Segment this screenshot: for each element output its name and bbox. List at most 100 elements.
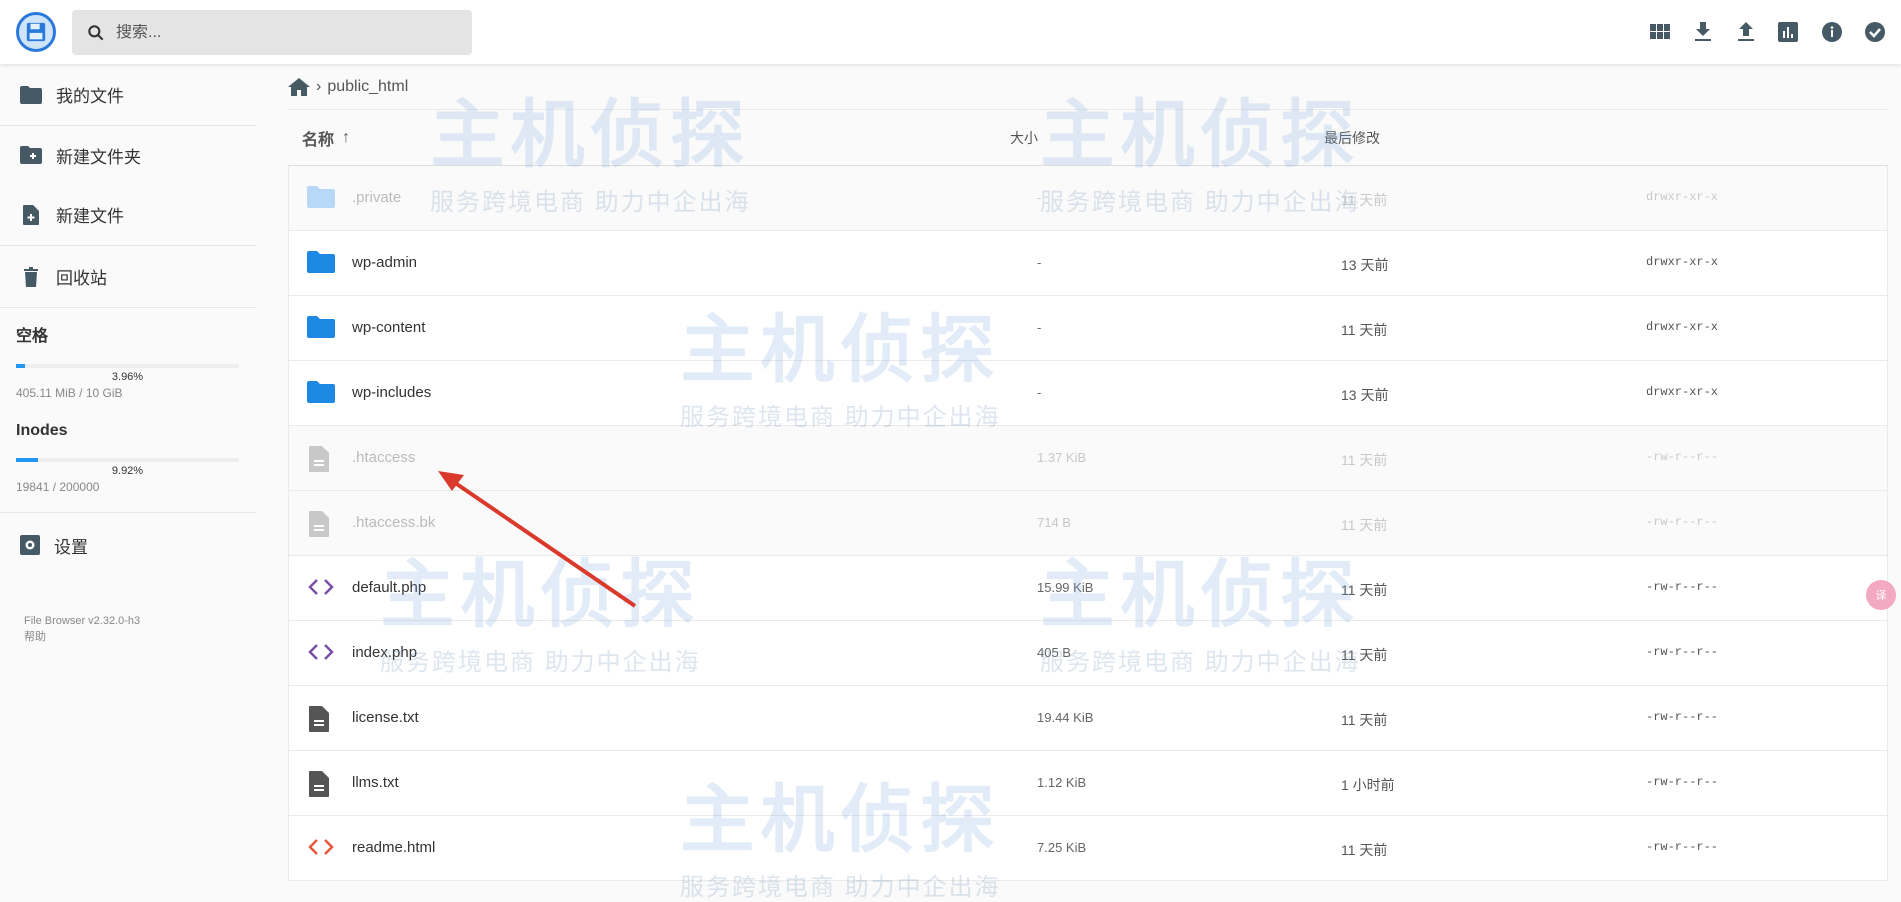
- file-row[interactable]: wp-content - 11 天前 drwxr-xr-x: [288, 296, 1888, 361]
- file-permissions: -rw-r--r--: [1646, 775, 1719, 789]
- file-size: 1.37 KiB: [1037, 450, 1087, 465]
- sidebar-item-label: 新建文件: [56, 207, 124, 226]
- translate-badge[interactable]: 译: [1866, 580, 1896, 610]
- bar-chart-icon: [1778, 22, 1798, 42]
- sidebar-item-new-file[interactable]: 新建文件: [0, 184, 256, 246]
- search-input[interactable]: [116, 23, 456, 42]
- inodes-progress-fill: [16, 458, 39, 462]
- inodes-usage: 19841 / 200000: [16, 480, 100, 494]
- file-listing: › public_html 名称 ↑ 大小 最后修改 .private - 11 …: [288, 64, 1888, 881]
- folder-plus-icon: [20, 146, 42, 164]
- file-row[interactable]: default.php 15.99 KiB 11 天前 -rw-r--r--: [288, 556, 1888, 621]
- top-bar: [0, 0, 1901, 64]
- file-name: .htaccess.bk: [352, 514, 436, 531]
- sidebar-item-trash[interactable]: 回收站: [0, 246, 256, 308]
- file-text-icon: [307, 445, 331, 477]
- file-size: -: [1037, 385, 1042, 400]
- file-permissions: drwxr-xr-x: [1646, 320, 1719, 334]
- file-modified: 11 天前: [1341, 322, 1388, 338]
- chevron-right-icon: ›: [316, 77, 322, 95]
- file-size: 19.44 KiB: [1037, 710, 1094, 725]
- upload-button[interactable]: [1734, 20, 1758, 44]
- file-text-icon: [307, 510, 331, 542]
- file-modified: 13 天前: [1341, 257, 1389, 273]
- home-icon[interactable]: [288, 77, 310, 96]
- sidebar-item-settings[interactable]: 设置: [0, 513, 256, 577]
- search-icon: [88, 24, 104, 40]
- file-name: readme.html: [352, 839, 436, 856]
- info-button[interactable]: [1820, 20, 1844, 44]
- file-size: -: [1037, 320, 1042, 335]
- file-row[interactable]: license.txt 19.44 KiB 11 天前 -rw-r--r--: [288, 686, 1888, 751]
- code-icon: [307, 575, 335, 603]
- file-modified: 11 天前: [1341, 842, 1388, 858]
- folder-icon: [307, 380, 335, 408]
- file-row[interactable]: .htaccess 1.37 KiB 11 天前 -rw-r--r--: [288, 426, 1888, 491]
- file-size: 714 B: [1037, 515, 1071, 530]
- file-name: wp-content: [352, 319, 426, 336]
- inodes-percent: 9.92%: [111, 465, 144, 477]
- folder-icon: [307, 250, 335, 278]
- version-text: File Browser v2.32.0-h3: [24, 615, 141, 627]
- sidebar-item-new-folder[interactable]: 新建文件夹: [0, 126, 256, 184]
- file-permissions: -rw-r--r--: [1646, 515, 1719, 529]
- settings-icon: [20, 535, 40, 555]
- file-modified: 11 天前: [1341, 647, 1388, 663]
- file-permissions: -rw-r--r--: [1646, 645, 1719, 659]
- file-size: 7.25 KiB: [1037, 840, 1087, 855]
- file-name: .htaccess: [352, 449, 416, 466]
- space-progress-bar: [16, 364, 239, 368]
- file-permissions: -rw-r--r--: [1646, 450, 1719, 464]
- file-list: .private - 11 天前 drwxr-xr-x wp-admin - 1…: [288, 166, 1888, 881]
- inodes-progress-bar: [16, 458, 239, 462]
- file-row[interactable]: wp-includes - 13 天前 drwxr-xr-x: [288, 361, 1888, 426]
- space-progress-fill: [16, 364, 25, 368]
- file-text-icon: [307, 770, 331, 802]
- sidebar-item-my-files[interactable]: 我的文件: [0, 64, 256, 126]
- file-modified: 11 天前: [1341, 517, 1388, 533]
- file-permissions: drwxr-xr-x: [1646, 255, 1719, 269]
- sidebar-item-label: 新建文件夹: [56, 147, 141, 167]
- file-name: wp-includes: [352, 384, 432, 401]
- usage-button[interactable]: [1776, 20, 1800, 44]
- file-row[interactable]: llms.txt 1.12 KiB 1 小时前 -rw-r--r--: [288, 751, 1888, 816]
- file-row[interactable]: .private - 11 天前 drwxr-xr-x: [288, 166, 1888, 231]
- file-row[interactable]: readme.html 7.25 KiB 11 天前 -rw-r--r--: [288, 816, 1888, 881]
- file-row[interactable]: .htaccess.bk 714 B 11 天前 -rw-r--r--: [288, 491, 1888, 556]
- breadcrumb: › public_html: [288, 64, 1888, 110]
- file-permissions: -rw-r--r--: [1646, 580, 1719, 594]
- file-modified: 11 天前: [1341, 712, 1388, 728]
- select-button[interactable]: [1863, 20, 1887, 44]
- file-modified: 13 天前: [1341, 387, 1389, 403]
- file-row[interactable]: wp-admin - 13 天前 drwxr-xr-x: [288, 231, 1888, 296]
- folder-icon: [307, 315, 335, 343]
- file-name: default.php: [352, 579, 427, 596]
- html-code-icon: [307, 835, 335, 863]
- folder-icon: [20, 85, 42, 104]
- sidebar-item-label: 回收站: [56, 269, 107, 288]
- space-title: 空格: [16, 328, 49, 345]
- file-plus-icon: [23, 204, 39, 225]
- file-permissions: drwxr-xr-x: [1646, 190, 1719, 204]
- sidebar-item-label: 设置: [54, 537, 88, 557]
- table-header: 名称 ↑ 大小 最后修改: [288, 110, 1888, 166]
- file-row[interactable]: index.php 405 B 11 天前 -rw-r--r--: [288, 621, 1888, 686]
- sidebar-item-label: 我的文件: [56, 87, 124, 106]
- sort-by-modified[interactable]: 最后修改: [1324, 128, 1380, 148]
- search-box[interactable]: [72, 10, 472, 55]
- footer: File Browser v2.32.0-h3 帮助: [0, 613, 256, 645]
- sort-by-size[interactable]: 大小: [1010, 128, 1038, 148]
- upload-icon: [1738, 22, 1754, 41]
- sort-by-name[interactable]: 名称 ↑: [302, 126, 350, 150]
- column-name-label: 名称: [302, 131, 335, 149]
- space-usage: 405.11 MiB / 10 GiB: [16, 386, 123, 400]
- help-link[interactable]: 帮助: [24, 629, 256, 645]
- file-name: index.php: [352, 644, 418, 661]
- grid-view-button[interactable]: [1648, 20, 1672, 44]
- file-permissions: -rw-r--r--: [1646, 710, 1719, 724]
- app-logo[interactable]: [16, 12, 56, 52]
- breadcrumb-current[interactable]: public_html: [327, 78, 408, 96]
- download-button[interactable]: [1691, 20, 1715, 44]
- file-permissions: drwxr-xr-x: [1646, 385, 1719, 399]
- file-modified: 11 天前: [1341, 192, 1388, 208]
